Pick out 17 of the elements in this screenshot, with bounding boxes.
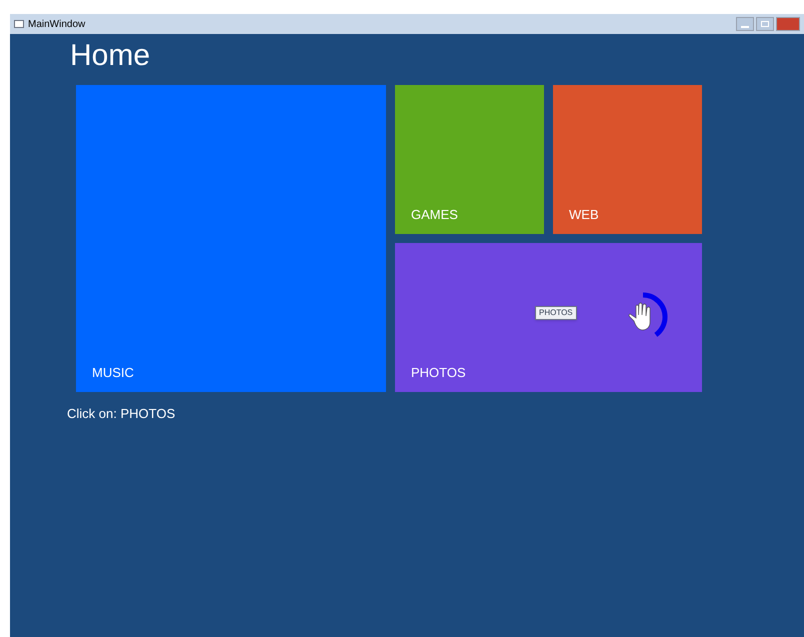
hand-cursor-icon [628, 302, 650, 330]
tile-label: WEB [569, 206, 599, 224]
maximize-button[interactable] [756, 17, 774, 31]
page-title: Home [70, 38, 150, 74]
minimize-button[interactable] [736, 17, 754, 31]
tile[interactable]: PHOTOS PHOTOS [395, 243, 702, 392]
app-icon [14, 20, 24, 28]
tooltip: PHOTOS [535, 306, 577, 320]
tile[interactable]: GAMES [395, 85, 544, 234]
tile-label: PHOTOS [411, 364, 466, 382]
window-title: MainWindow [28, 18, 86, 32]
tile-label: GAMES [411, 206, 458, 224]
close-button[interactable] [776, 17, 800, 31]
tile-label: MUSIC [92, 364, 134, 382]
status-text: Click on: PHOTOS [67, 405, 176, 423]
tile[interactable]: WEB [553, 85, 702, 234]
tile[interactable]: MUSIC [76, 85, 386, 392]
